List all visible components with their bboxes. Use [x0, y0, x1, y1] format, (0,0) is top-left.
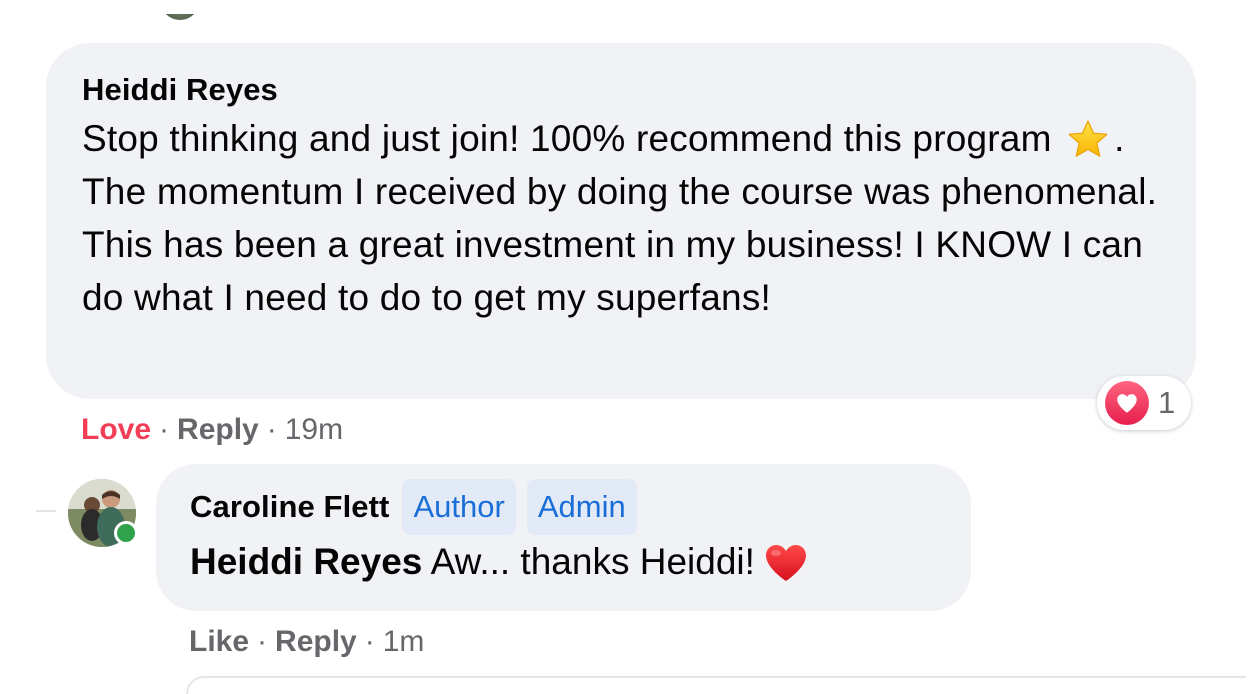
reaction-summary[interactable]: 1 — [1097, 376, 1191, 430]
admin-badge[interactable]: Admin — [526, 479, 637, 535]
love-reaction-icon — [1105, 381, 1149, 425]
comment-bubble: Heiddi Reyes Stop thinking and just join… — [46, 43, 1196, 399]
comment-text: Stop thinking and just join! 100% recomm… — [82, 112, 1160, 324]
reply-message: Aw... thanks Heiddi! — [430, 541, 755, 582]
reply-actions: Like · Reply · 1m — [189, 622, 424, 662]
star-icon — [1066, 119, 1110, 159]
author-badge[interactable]: Author — [402, 479, 516, 535]
avatar[interactable] — [68, 479, 138, 547]
comment-actions: Love · Reply · 19m — [81, 410, 343, 450]
thread-connector — [36, 510, 56, 512]
comment-timestamp[interactable]: 19m — [285, 413, 343, 446]
comment-text-part-1: Stop thinking and just join! 100% recomm… — [82, 118, 1052, 159]
separator: · — [159, 413, 170, 446]
separator: · — [257, 625, 268, 658]
reply-button[interactable]: Reply — [177, 413, 259, 446]
reaction-count: 1 — [1158, 385, 1176, 420]
like-button[interactable]: Like — [189, 625, 249, 658]
reply-button[interactable]: Reply — [275, 625, 357, 658]
previous-avatar-fragment — [160, 14, 206, 20]
next-reply-fragment — [186, 676, 1246, 694]
comment-author-name[interactable]: Heiddi Reyes — [82, 71, 1160, 109]
reply-bubble: Caroline Flett Author Admin Heiddi Reyes… — [156, 464, 971, 611]
love-button[interactable]: Love — [81, 413, 151, 446]
separator: · — [266, 413, 277, 446]
separator: · — [364, 625, 375, 658]
red-heart-icon — [763, 542, 809, 584]
mention-link[interactable]: Heiddi Reyes — [190, 541, 422, 582]
reply-timestamp[interactable]: 1m — [383, 625, 425, 658]
reply-header: Caroline Flett Author Admin — [190, 478, 971, 536]
online-status-indicator — [114, 521, 138, 545]
reply-text: Heiddi Reyes Aw... thanks Heiddi! — [190, 537, 971, 587]
reply-author-name[interactable]: Caroline Flett — [190, 488, 389, 526]
